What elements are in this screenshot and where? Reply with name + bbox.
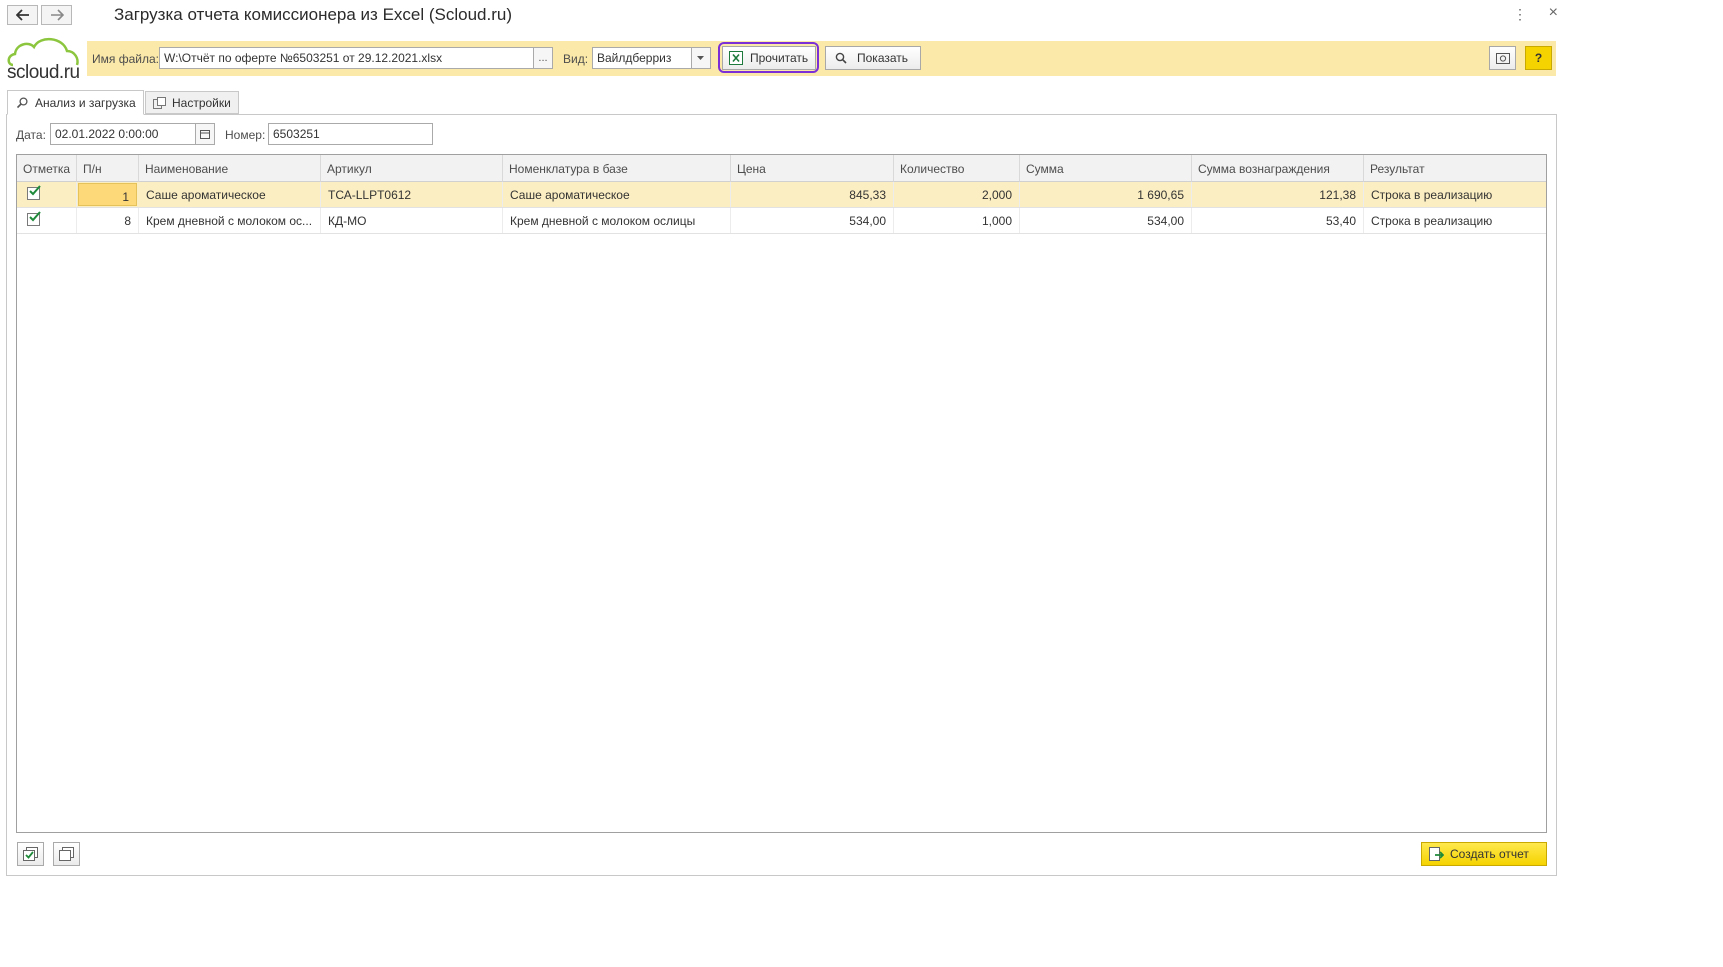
qty-cell[interactable]: 2,000	[894, 182, 1020, 207]
uncheck-all-button[interactable]	[53, 842, 80, 866]
number-input[interactable]: 6503251	[268, 123, 433, 145]
uncheck-all-icon	[59, 847, 74, 861]
col-header-sum[interactable]: Сумма	[1020, 155, 1192, 182]
number-label: Номер:	[225, 128, 266, 142]
kind-dropdown-button[interactable]	[691, 47, 711, 69]
tab-settings-label: Настройки	[172, 95, 231, 110]
checkmark-icon	[29, 211, 41, 222]
settings-icon	[153, 96, 166, 109]
nomenclature-cell[interactable]: Саше ароматическое	[503, 182, 731, 207]
create-report-button[interactable]: Создать отчет	[1421, 842, 1547, 866]
create-report-label: Создать отчет	[1450, 847, 1529, 861]
arrow-right-icon	[51, 9, 64, 21]
name-cell[interactable]: Саше ароматическое	[139, 182, 321, 207]
kind-label: Вид:	[563, 52, 589, 66]
mark-cell[interactable]	[17, 182, 77, 207]
chevron-down-icon	[697, 56, 704, 60]
reward-cell[interactable]: 121,38	[1192, 182, 1364, 207]
row-checkbox[interactable]	[27, 211, 41, 226]
date-input[interactable]: 02.01.2022 0:00:00	[50, 123, 196, 145]
article-cell[interactable]: КД-МО	[321, 208, 503, 233]
pn-cell[interactable]: 8	[77, 208, 139, 233]
tab-settings[interactable]: Настройки	[145, 91, 239, 114]
help-button[interactable]: ?	[1525, 46, 1552, 70]
sum-cell[interactable]: 534,00	[1020, 208, 1192, 233]
article-cell[interactable]: ТСА-LLPT0612	[321, 182, 503, 207]
checkmark-icon	[29, 185, 41, 196]
more-menu-button[interactable]: ⋮	[1513, 6, 1527, 23]
col-header-pn[interactable]: П/н	[77, 155, 139, 182]
col-header-name[interactable]: Наименование	[139, 155, 321, 182]
sum-cell[interactable]: 1 690,65	[1020, 182, 1192, 207]
check-all-icon	[23, 847, 38, 861]
price-cell[interactable]: 534,00	[731, 208, 894, 233]
nomenclature-cell[interactable]: Крем дневной с молоком ослицы	[503, 208, 731, 233]
check-all-button[interactable]	[17, 842, 44, 866]
file-label: Имя файла:	[92, 52, 159, 66]
arrow-left-icon	[16, 9, 29, 21]
show-button[interactable]: Показать	[825, 46, 921, 70]
name-cell[interactable]: Крем дневной с молоком ос...	[139, 208, 321, 233]
create-document-icon	[1429, 847, 1444, 861]
result-cell[interactable]: Строка в реализацию	[1364, 208, 1546, 233]
col-header-nomenclature[interactable]: Номенклатура в базе	[503, 155, 731, 182]
pn-cell[interactable]: 1	[78, 183, 137, 206]
qty-cell[interactable]: 1,000	[894, 208, 1020, 233]
camera-icon	[1495, 53, 1510, 64]
close-button[interactable]: ×	[1549, 4, 1558, 22]
forward-button[interactable]	[41, 5, 72, 25]
price-cell[interactable]: 845,33	[731, 182, 894, 207]
back-button[interactable]	[7, 5, 38, 25]
settings-button[interactable]	[1489, 46, 1516, 70]
col-header-price[interactable]: Цена	[731, 155, 894, 182]
row-checkbox[interactable]	[27, 185, 41, 200]
col-header-mark[interactable]: Отметка	[17, 155, 77, 182]
calendar-icon	[200, 130, 210, 139]
file-select-button[interactable]: ...	[533, 47, 553, 69]
search-icon	[17, 96, 28, 108]
result-cell[interactable]: Строка в реализацию	[1364, 182, 1546, 207]
logo-text: scloud.ru	[7, 62, 80, 83]
kind-select[interactable]: Вайлдберриз	[592, 47, 692, 69]
read-button-highlight	[718, 42, 819, 73]
date-label: Дата:	[16, 128, 46, 142]
search-icon	[835, 52, 847, 64]
tab-analysis[interactable]: Анализ и загрузка	[7, 90, 144, 115]
col-header-article[interactable]: Артикул	[321, 155, 503, 182]
col-header-qty[interactable]: Количество	[894, 155, 1020, 182]
file-name-input[interactable]: W:\Отчёт по оферте №6503251 от 29.12.202…	[159, 47, 534, 69]
page-title: Загрузка отчета комиссионера из Excel (S…	[114, 5, 512, 24]
table-row[interactable]: 8 Крем дневной с молоком ос... КД-МО Кре…	[17, 208, 1546, 234]
report-table[interactable]: Отметка П/н Наименование Артикул Номенкл…	[16, 154, 1547, 833]
show-button-label: Показать	[857, 51, 909, 65]
tab-analysis-label: Анализ и загрузка	[35, 95, 136, 110]
col-header-result[interactable]: Результат	[1364, 155, 1546, 182]
mark-cell[interactable]	[17, 208, 77, 233]
col-header-reward[interactable]: Сумма вознаграждения	[1192, 155, 1364, 182]
reward-cell[interactable]: 53,40	[1192, 208, 1364, 233]
calendar-button[interactable]	[195, 123, 215, 145]
table-row[interactable]: 1 Саше ароматическое ТСА-LLPT0612 Саше а…	[17, 182, 1546, 208]
